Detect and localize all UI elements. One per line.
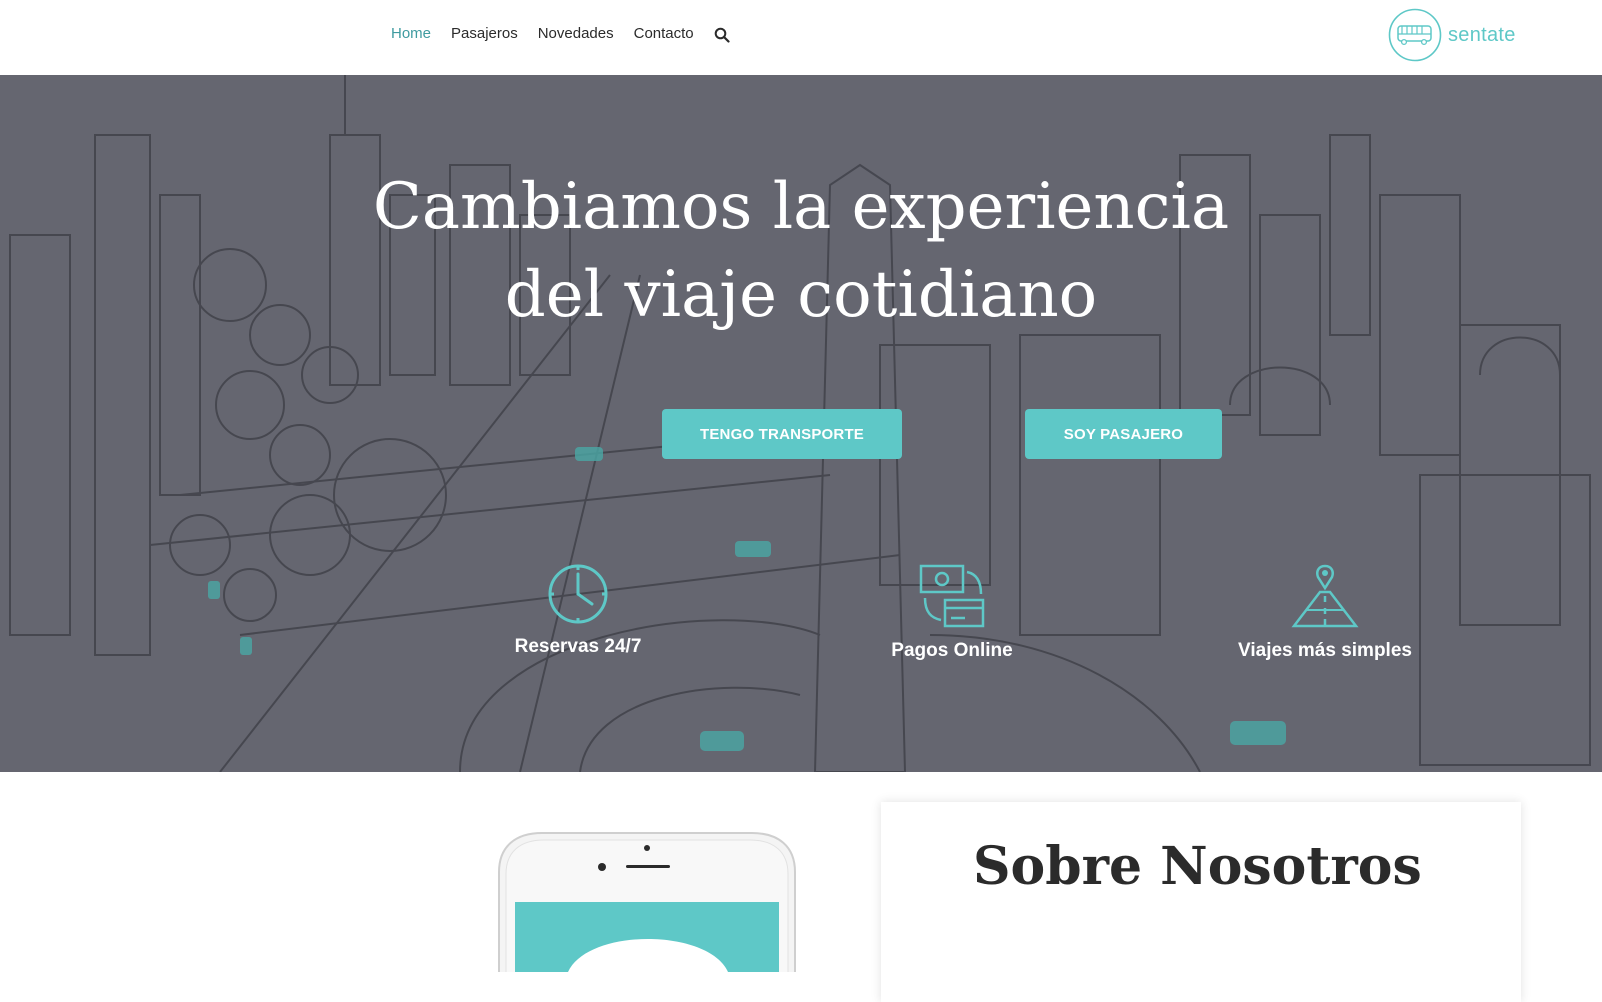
feature-viajes: Viajes más simples bbox=[1205, 562, 1445, 662]
top-navbar: Home Pasajeros Novedades Contacto sentat… bbox=[0, 0, 1602, 75]
hero-title: Cambiamos la experiencia del viaje cotid… bbox=[0, 163, 1602, 339]
nav-item-home[interactable]: Home bbox=[391, 22, 431, 46]
tengo-transporte-button[interactable]: TENGO TRANSPORTE bbox=[662, 409, 902, 459]
feature-reservas: Reservas 24/7 bbox=[458, 562, 698, 658]
feature-label: Viajes más simples bbox=[1238, 640, 1412, 661]
phone-mockup-image bbox=[498, 832, 796, 972]
nav-item-novedades[interactable]: Novedades bbox=[538, 22, 614, 46]
bus-icon bbox=[1388, 8, 1442, 62]
feature-label: Reservas 24/7 bbox=[514, 636, 642, 657]
about-title: Sobre Nosotros bbox=[973, 836, 1422, 897]
clock-icon bbox=[548, 564, 608, 624]
nav-item-pasajeros[interactable]: Pasajeros bbox=[451, 22, 518, 46]
soy-pasajero-button[interactable]: SOY PASAJERO bbox=[1025, 409, 1222, 459]
hero-section: Cambiamos la experiencia del viaje cotid… bbox=[0, 75, 1602, 772]
about-card: Sobre Nosotros bbox=[881, 802, 1521, 1002]
main-menu: Home Pasajeros Novedades Contacto bbox=[391, 22, 730, 46]
feature-label: Pagos Online bbox=[891, 640, 1013, 661]
brand-name: sentate bbox=[1448, 23, 1516, 46]
feature-pagos: Pagos Online bbox=[832, 562, 1072, 662]
brand-logo[interactable]: sentate bbox=[1388, 8, 1516, 62]
map-road-pin-icon bbox=[1291, 564, 1359, 628]
search-icon[interactable] bbox=[714, 27, 730, 43]
money-card-icon bbox=[919, 564, 985, 628]
nav-item-contacto[interactable]: Contacto bbox=[634, 22, 694, 46]
hero-title-line-1: Cambiamos la experiencia bbox=[372, 170, 1230, 244]
hero-title-line-2: del viaje cotidiano bbox=[504, 258, 1098, 332]
